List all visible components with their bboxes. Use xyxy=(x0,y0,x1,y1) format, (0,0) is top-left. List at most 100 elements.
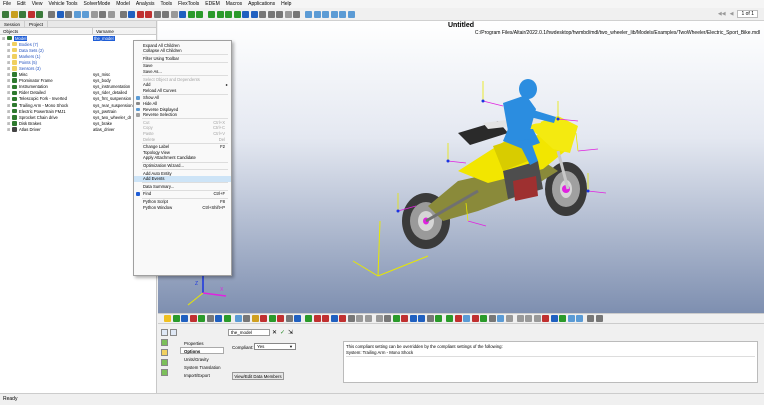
tab-session[interactable]: Session xyxy=(0,21,26,27)
entity-tool-icon[interactable] xyxy=(533,315,541,322)
entity-tool-icon[interactable] xyxy=(595,315,603,322)
entity-tool-icon[interactable] xyxy=(480,315,487,322)
entity-tool-icon[interactable] xyxy=(189,315,197,322)
entity-tool-icon[interactable] xyxy=(471,315,479,322)
toolbar-tool-icon[interactable] xyxy=(36,10,43,18)
menu-item-find[interactable]: Find Ctrl+F xyxy=(134,191,231,197)
toolbar-tool-icon[interactable] xyxy=(225,10,232,18)
menu-item-delete[interactable]: Delete Del xyxy=(134,137,231,143)
entity-tool-icon[interactable] xyxy=(364,315,372,322)
toolbar-tool-icon[interactable] xyxy=(208,10,215,18)
entity-tool-icon[interactable] xyxy=(446,315,453,322)
entity-tool-icon[interactable] xyxy=(542,315,549,322)
toolbar-tool-icon[interactable] xyxy=(82,10,89,18)
column-objects[interactable]: Objects xyxy=(0,28,93,34)
entity-tool-icon[interactable] xyxy=(463,315,470,322)
entity-tool-icon[interactable] xyxy=(322,315,329,322)
toolbar-tool-icon[interactable] xyxy=(276,10,283,18)
toolbar-tool-icon[interactable] xyxy=(27,10,35,18)
entity-tool-icon[interactable] xyxy=(172,315,180,322)
entity-tool-icon[interactable] xyxy=(418,315,425,322)
check-icon[interactable]: ✓ xyxy=(280,329,285,336)
toolbar-tool-icon[interactable] xyxy=(99,10,106,18)
toolbar-tool-icon[interactable] xyxy=(187,10,195,18)
entity-tool-icon[interactable] xyxy=(525,315,532,322)
back-icon[interactable] xyxy=(161,329,168,336)
toolbar-tool-icon[interactable] xyxy=(339,10,346,18)
toolbar-tool-icon[interactable] xyxy=(90,10,98,18)
toolbar-tool-icon[interactable] xyxy=(293,10,300,18)
toolbar-tool-icon[interactable] xyxy=(2,10,9,18)
entity-tool-icon[interactable] xyxy=(426,315,434,322)
menu-item-python-window[interactable]: Python Window Ctrl+Shift+P xyxy=(134,205,231,211)
menu-vehicletools[interactable]: Vehicle Tools xyxy=(48,1,77,7)
menu-edem[interactable]: EDEM xyxy=(205,1,219,7)
menu-analysis[interactable]: Analysis xyxy=(136,1,155,7)
menu-item-optimization-wizard[interactable]: Optimization Wizard... xyxy=(134,163,231,169)
toolbar-tool-icon[interactable] xyxy=(128,10,135,18)
menu-solvermode[interactable]: SolverMode xyxy=(84,1,111,7)
toolbar-tool-icon[interactable] xyxy=(259,10,266,18)
entity-tool-icon[interactable] xyxy=(234,315,242,322)
entity-tool-icon[interactable] xyxy=(339,315,346,322)
menu-macros[interactable]: Macros xyxy=(226,1,242,7)
compliant-select[interactable]: Yes ▼ xyxy=(254,343,296,350)
toolbar-tool-icon[interactable] xyxy=(10,10,18,18)
toolbar-tool-icon[interactable] xyxy=(56,10,64,18)
toolbar-tool-icon[interactable] xyxy=(19,10,26,18)
properties-button[interactable]: Properties xyxy=(180,339,224,346)
menu-item-save-as[interactable]: Save As... xyxy=(134,69,231,75)
toolbar-tool-icon[interactable] xyxy=(162,10,169,18)
toolbar-tool-icon[interactable] xyxy=(305,10,312,18)
menu-item-reverse-selection[interactable]: Reverse Selection xyxy=(134,112,231,118)
entity-tool-icon[interactable] xyxy=(313,315,321,322)
toolbar-tool-icon[interactable] xyxy=(73,10,81,18)
entity-tool-icon[interactable] xyxy=(559,315,566,322)
entity-tool-icon[interactable] xyxy=(305,315,312,322)
graphics-viewport[interactable]: Untitled C:/Program Files/Altair/2022.0.… xyxy=(158,21,764,313)
menu-item-apply-attachment-candidate[interactable]: Apply Attachment Candidate xyxy=(134,155,231,161)
toolbar-tool-icon[interactable] xyxy=(107,10,115,18)
import-export-button[interactable]: Import/Export xyxy=(180,371,224,378)
units-gravity-button[interactable]: Units/Gravity xyxy=(180,355,224,362)
entity-tool-icon[interactable] xyxy=(375,315,383,322)
menu-item-add-events[interactable]: Add Events xyxy=(134,176,231,182)
tab-project[interactable]: Project xyxy=(25,21,49,27)
entity-tool-icon[interactable] xyxy=(294,315,301,322)
toolbar-tool-icon[interactable] xyxy=(136,10,144,18)
toolbar-tool-icon[interactable] xyxy=(233,10,241,18)
entity-tool-icon[interactable] xyxy=(497,315,504,322)
toolbar-tool-icon[interactable] xyxy=(145,10,152,18)
entity-tool-icon[interactable] xyxy=(347,315,355,322)
toolbar-tool-icon[interactable] xyxy=(284,10,292,18)
toolbar-tool-icon[interactable] xyxy=(313,10,321,18)
entity-tool-icon[interactable] xyxy=(330,315,338,322)
entity-tool-icon[interactable] xyxy=(356,315,363,322)
toolbar-tool-icon[interactable] xyxy=(153,10,161,18)
entity-tool-icon[interactable] xyxy=(550,315,558,322)
entity-tool-icon[interactable] xyxy=(198,315,205,322)
entity-tool-icon[interactable] xyxy=(567,315,575,322)
toolbar-tool-icon[interactable] xyxy=(242,10,249,18)
options-button[interactable]: Options xyxy=(180,347,224,354)
entity-tool-icon[interactable] xyxy=(260,315,267,322)
menu-item-filter-using-toolbar[interactable]: Filter Using Toolbar xyxy=(134,56,231,62)
pin-icon[interactable]: ⇲ xyxy=(288,329,293,336)
toolbar-tool-icon[interactable] xyxy=(267,10,275,18)
entity-tool-icon[interactable] xyxy=(215,315,222,322)
page-back-icon[interactable]: ◀ xyxy=(730,11,734,17)
menu-tools[interactable]: Tools xyxy=(160,1,172,7)
toolbar-tool-icon[interactable] xyxy=(322,10,329,18)
entity-tool-icon[interactable] xyxy=(277,315,284,322)
entity-tool-icon[interactable] xyxy=(435,315,442,322)
toolbar-tool-icon[interactable] xyxy=(119,10,127,18)
entity-tool-icon[interactable] xyxy=(268,315,276,322)
entity-tool-icon[interactable] xyxy=(409,315,417,322)
toolbar-tool-icon[interactable] xyxy=(216,10,224,18)
toolbar-tool-icon[interactable] xyxy=(330,10,338,18)
toolbar-tool-icon[interactable] xyxy=(170,10,178,18)
menu-help[interactable]: Help xyxy=(281,1,291,7)
menu-edit[interactable]: Edit xyxy=(17,1,26,7)
entity-tool-icon[interactable] xyxy=(206,315,214,322)
entity-tool-icon[interactable] xyxy=(516,315,524,322)
